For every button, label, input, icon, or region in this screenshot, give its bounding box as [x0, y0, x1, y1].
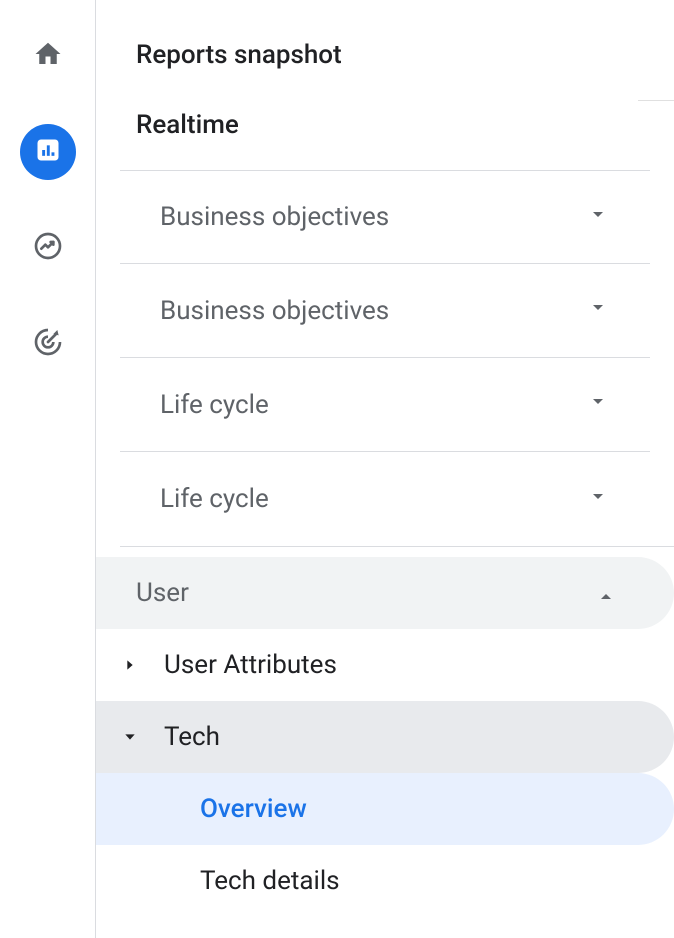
rail-home[interactable] — [20, 28, 76, 84]
rail-reports[interactable] — [20, 124, 76, 180]
nav-rail — [0, 0, 96, 938]
trend-icon — [32, 230, 64, 266]
leaf-tech-details[interactable]: Tech details — [96, 845, 674, 917]
home-icon — [33, 39, 63, 73]
reports-snapshot-link[interactable]: Reports snapshot — [96, 20, 674, 90]
target-icon — [32, 326, 64, 362]
section-label: User — [136, 578, 189, 608]
sub-label: User Attributes — [164, 650, 337, 680]
leaf-overview[interactable]: Overview — [96, 773, 674, 845]
chevron-down-icon — [586, 295, 610, 326]
sub-user-attributes[interactable]: User Attributes — [96, 629, 674, 701]
section-business-objectives-2[interactable]: Business objectives — [120, 264, 650, 358]
chevron-down-icon — [586, 484, 610, 515]
sub-tech[interactable]: Tech — [96, 701, 674, 773]
realtime-link[interactable]: Realtime — [96, 90, 674, 160]
chart-icon — [34, 136, 62, 168]
chevron-down-icon — [586, 202, 610, 233]
chevron-up-icon — [594, 578, 618, 609]
caret-down-icon — [120, 729, 140, 745]
leaf-label: Overview — [200, 794, 307, 824]
section-label: Life cycle — [160, 484, 269, 514]
section-life-cycle-1[interactable]: Life cycle — [120, 358, 650, 452]
caret-right-icon — [120, 657, 140, 673]
section-label: Business objectives — [160, 202, 389, 232]
leaf-label: Tech details — [200, 866, 340, 896]
section-label: Life cycle — [160, 390, 269, 420]
section-life-cycle-2[interactable]: Life cycle — [120, 452, 650, 546]
section-label: Business objectives — [160, 296, 389, 326]
panel-edge — [638, 100, 674, 160]
rail-explore[interactable] — [20, 220, 76, 276]
rail-advertising[interactable] — [20, 316, 76, 372]
section-user[interactable]: User — [96, 557, 674, 629]
section-business-objectives-1[interactable]: Business objectives — [120, 170, 650, 264]
reports-panel: Reports snapshot Realtime Business objec… — [96, 0, 674, 938]
chevron-down-icon — [586, 389, 610, 420]
sub-label: Tech — [164, 722, 220, 752]
